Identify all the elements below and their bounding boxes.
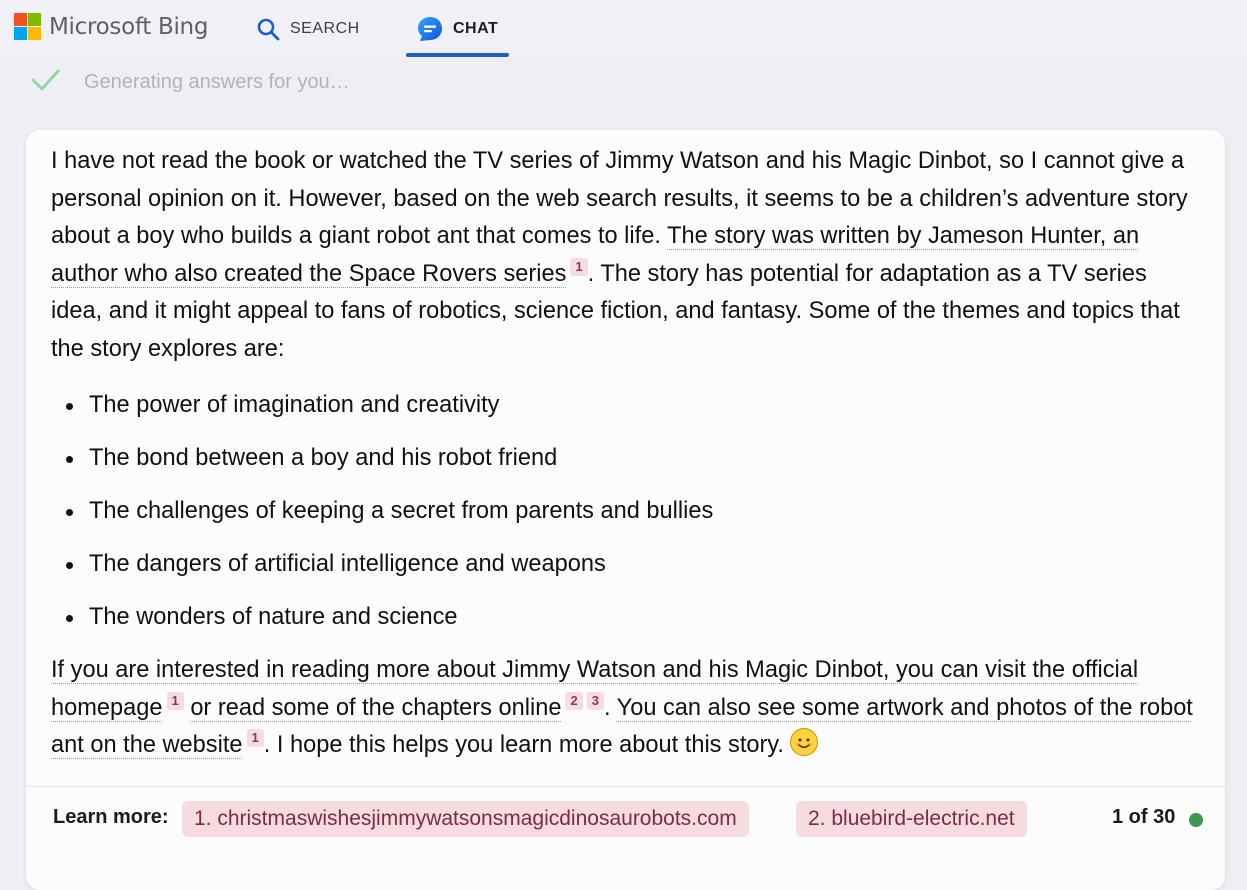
active-tab-indicator (406, 53, 509, 57)
chat-icon (417, 16, 443, 42)
bing-logo[interactable]: Microsoft Bing (14, 13, 208, 40)
microsoft-logo-icon (14, 13, 41, 40)
tab-search[interactable]: SEARCH (256, 0, 360, 58)
learn-more-label: Learn more: (53, 806, 169, 828)
outro-paragraph: If you are interested in reading more ab… (51, 652, 1201, 765)
intro-paragraph: I have not read the book or watched the … (51, 143, 1201, 368)
tab-search-label: SEARCH (290, 20, 360, 37)
list-item: The dangers of artificial intelligence a… (51, 546, 1201, 599)
response-body: I have not read the book or watched the … (51, 143, 1201, 765)
citation-badge[interactable]: 2 (565, 691, 583, 710)
top-nav-bar: Microsoft Bing SEARCH CHAT (0, 0, 1247, 58)
chat-response-card: I have not read the book or watched the … (26, 130, 1225, 890)
smile-emoji-icon (789, 728, 818, 756)
cited-sentence-chapters[interactable]: or read some of the chapters online (190, 695, 561, 721)
tab-chat-label: CHAT (453, 20, 499, 37)
source-link[interactable]: 1. christmaswishesjimmywatsonsmagicdinos… (182, 801, 749, 837)
themes-list: The power of imagination and creativity … (51, 387, 1201, 652)
checkmark-icon (30, 68, 60, 97)
citation-badge[interactable]: 1 (246, 729, 264, 747)
status-text: Generating answers for you… (84, 71, 350, 93)
response-counter: 1 of 30 (1112, 806, 1176, 828)
source-link[interactable]: 2. bluebird-electric.net (796, 801, 1027, 837)
outro-separator: . (603, 694, 617, 721)
list-item: The wonders of nature and science (51, 599, 1201, 652)
citation-badge[interactable]: 1 (570, 257, 588, 276)
citation-badge[interactable]: 3 (586, 691, 604, 710)
tab-chat[interactable]: CHAT (417, 0, 498, 58)
search-icon (256, 17, 280, 41)
citation-badge[interactable]: 1 (166, 691, 184, 710)
list-item: The challenges of keeping a secret from … (51, 493, 1201, 546)
learn-more-bar: Learn more: 1. christmaswishesjimmywatso… (26, 786, 1225, 857)
generating-status: Generating answers for you… (30, 68, 350, 97)
status-dot-icon (1189, 813, 1203, 827)
list-item: The bond between a boy and his robot fri… (51, 440, 1201, 493)
outro-closing: . I hope this helps you learn more about… (263, 732, 784, 758)
list-item: The power of imagination and creativity (51, 387, 1201, 440)
brand-name: Microsoft Bing (49, 13, 209, 40)
